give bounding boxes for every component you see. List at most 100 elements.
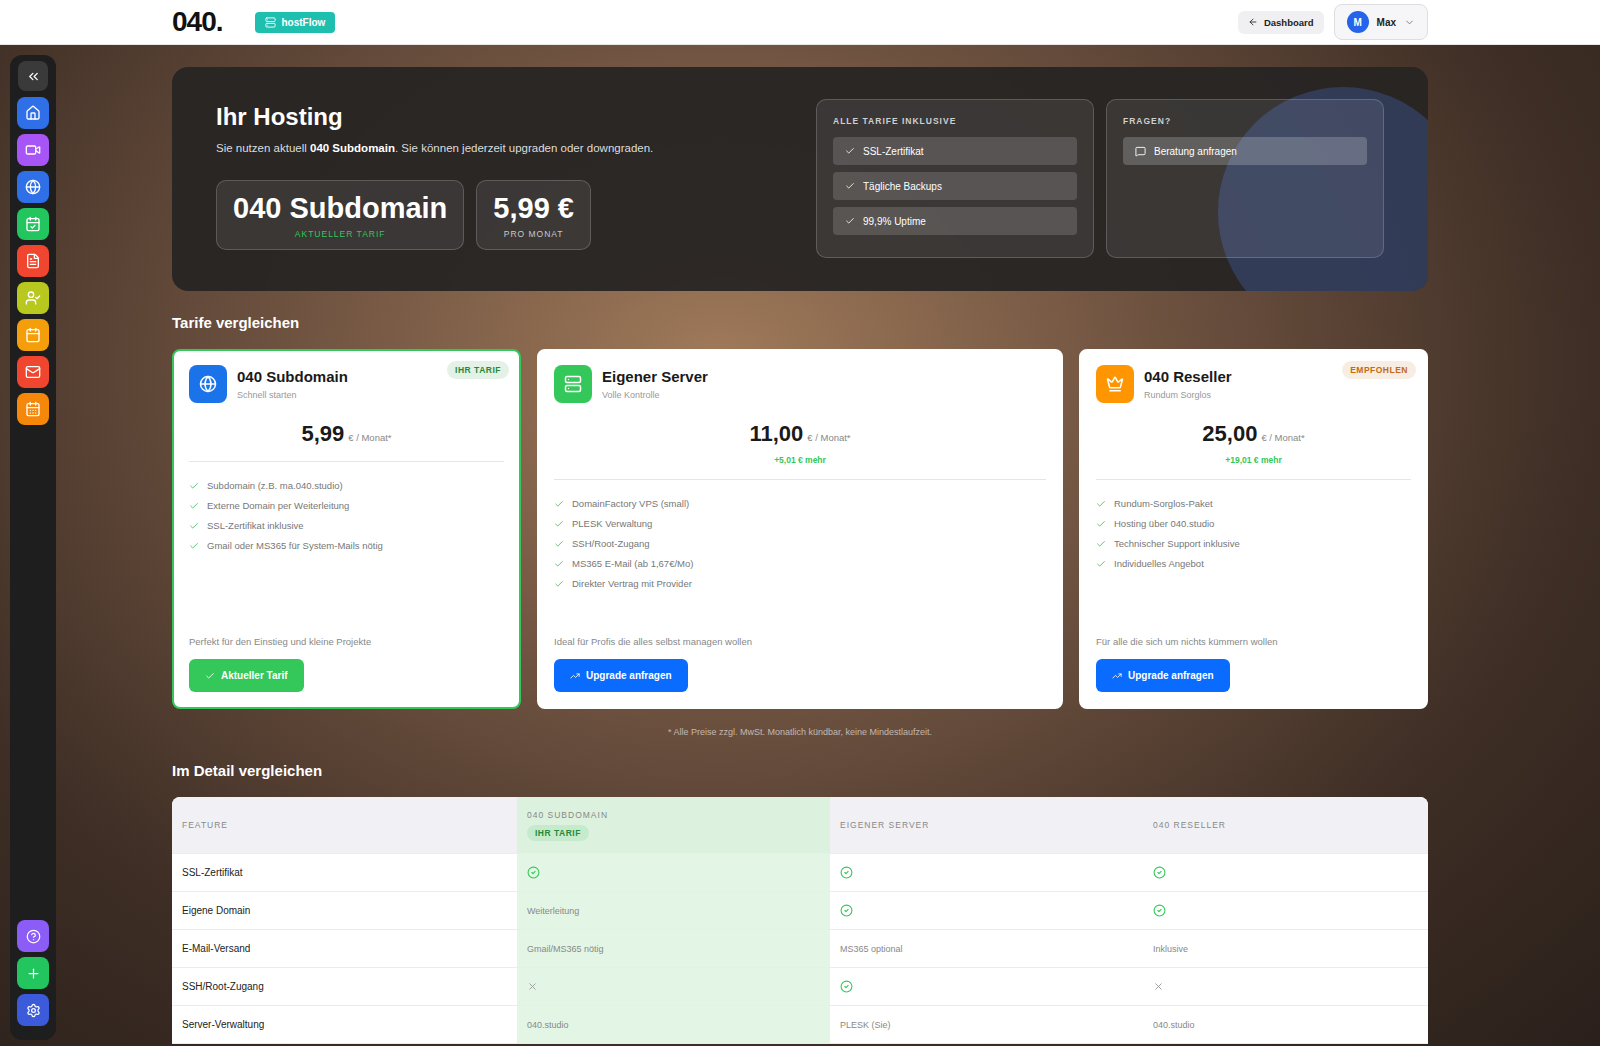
feature-list: Subdomain (z.B. ma.040.studio)Externe Do… bbox=[189, 480, 504, 551]
sidebar-item[interactable] bbox=[17, 356, 49, 388]
user-name: Max bbox=[1377, 17, 1396, 28]
included-item: 99,9% Uptime bbox=[833, 207, 1077, 235]
arrow-left-icon bbox=[1248, 17, 1258, 27]
feature-item: Individuelles Angebot bbox=[1096, 558, 1411, 569]
dashboard-button[interactable]: Dashboard bbox=[1238, 11, 1324, 34]
app-name: hostFlow bbox=[282, 17, 326, 28]
sidebar-item[interactable] bbox=[17, 208, 49, 240]
plan-button[interactable]: Upgrade anfragen bbox=[1096, 659, 1230, 692]
table-row: SSH/Root-Zugang bbox=[172, 968, 1428, 1006]
check-icon bbox=[189, 481, 199, 491]
value-cell bbox=[1143, 854, 1428, 891]
panel-title: ALLE TARIFE INKLUSIVE bbox=[833, 116, 1077, 126]
price-difference: +19,01 € mehr bbox=[1225, 455, 1281, 465]
plan-header: Eigener ServerVolle Kontrolle bbox=[554, 365, 1046, 403]
value-cell bbox=[1143, 892, 1428, 929]
plan-icon-box bbox=[1096, 365, 1134, 403]
stat-value: 5,99 € bbox=[493, 192, 574, 225]
sidebar-item[interactable] bbox=[17, 319, 49, 351]
value-cell: Gmail/MS365 nötig bbox=[517, 930, 830, 967]
hosting-hero: Ihr HostingSie nutzen aktuell 040 Subdom… bbox=[172, 67, 1428, 291]
user-menu[interactable]: M Max bbox=[1334, 4, 1428, 40]
plan-card: EMPFOHLEN040 ResellerRundum Sorglos25,00… bbox=[1079, 349, 1428, 709]
gear-icon bbox=[26, 1003, 41, 1018]
hero-panels: ALLE TARIFE INKLUSIVESSL-ZertifikatTägli… bbox=[816, 99, 1384, 258]
price-line: 11,00€ / Monat* bbox=[749, 421, 850, 447]
sidebar-item[interactable] bbox=[17, 994, 49, 1026]
feature-item: Subdomain (z.B. ma.040.studio) bbox=[189, 480, 504, 491]
logo[interactable]: 040. bbox=[172, 6, 223, 38]
feature-list: DomainFactory VPS (small)PLESK Verwaltun… bbox=[554, 498, 1046, 589]
value-cell bbox=[1143, 968, 1428, 1005]
check-icon bbox=[845, 216, 855, 226]
check-icon bbox=[554, 559, 564, 569]
sidebar-bottom bbox=[17, 920, 49, 1026]
comparison-table: FEATURE040 SUBDOMAINIHR TARIFEIGENER SER… bbox=[172, 797, 1428, 1044]
column-label: 040 SUBDOMAIN bbox=[527, 810, 608, 820]
calendar-check-icon bbox=[25, 216, 41, 232]
avatar: M bbox=[1347, 11, 1369, 33]
value-cell: Inklusive bbox=[1143, 930, 1428, 967]
value-cell: 040.studio bbox=[1143, 1006, 1428, 1043]
check-circle-icon bbox=[1153, 904, 1166, 917]
sidebar-item[interactable] bbox=[17, 134, 49, 166]
collapse-button[interactable] bbox=[18, 61, 48, 91]
price-block: 11,00€ / Monat*+5,01 € mehr bbox=[554, 421, 1046, 480]
feature-item: Technischer Support inklusive bbox=[1096, 538, 1411, 549]
plan-button[interactable]: Upgrade anfragen bbox=[554, 659, 688, 692]
feature-item: Direkter Vertrag mit Provider bbox=[554, 578, 1046, 589]
value-cell: Weiterleitung bbox=[517, 892, 830, 929]
stat-label: PRO MONAT bbox=[504, 229, 564, 239]
check-circle-icon bbox=[840, 866, 853, 879]
check-icon bbox=[554, 539, 564, 549]
plus-icon bbox=[26, 966, 41, 981]
sidebar-item[interactable] bbox=[17, 171, 49, 203]
sidebar-item[interactable] bbox=[17, 97, 49, 129]
column-header: 040 RESELLER bbox=[1143, 797, 1428, 853]
sidebar-item[interactable] bbox=[17, 245, 49, 277]
top-bar-inner: 040. hostFlow Dashboard M Max bbox=[172, 0, 1428, 44]
check-circle-icon bbox=[840, 980, 853, 993]
sidebar-item[interactable] bbox=[17, 920, 49, 952]
plan-tagline: Schnell starten bbox=[237, 390, 348, 400]
value-cell: PLESK (Sie) bbox=[830, 1006, 1143, 1043]
check-icon bbox=[554, 579, 564, 589]
questions-panel: FRAGEN?Beratung anfragen bbox=[1106, 99, 1384, 258]
server-icon bbox=[265, 17, 276, 28]
price-unit: € / Monat* bbox=[1261, 432, 1304, 443]
message-icon bbox=[1135, 146, 1146, 157]
price-block: 5,99€ / Monat* bbox=[189, 421, 504, 462]
table-row: E-Mail-VersandGmail/MS365 nötigMS365 opt… bbox=[172, 930, 1428, 968]
check-icon bbox=[1096, 559, 1106, 569]
sidebar-item[interactable] bbox=[17, 393, 49, 425]
price-box: 5,99 € PRO MONAT bbox=[476, 180, 591, 250]
mail-icon bbox=[25, 364, 41, 380]
sidebar-item[interactable] bbox=[17, 957, 49, 989]
feature-item: Rundum-Sorglos-Paket bbox=[1096, 498, 1411, 509]
check-icon bbox=[845, 146, 855, 156]
user-check-icon bbox=[25, 290, 41, 306]
plan-icon-box bbox=[189, 365, 227, 403]
plan-note: Für alle die sich um nichts kümmern woll… bbox=[1096, 636, 1411, 647]
feature-item: DomainFactory VPS (small) bbox=[554, 498, 1046, 509]
feature-list: Rundum-Sorglos-PaketHosting über 040.stu… bbox=[1096, 498, 1411, 569]
value-cell bbox=[830, 854, 1143, 891]
check-icon bbox=[554, 519, 564, 529]
price-line: 5,99€ / Monat* bbox=[301, 421, 391, 447]
price-footnote: * Alle Preise zzgl. MwSt. Monatlich künd… bbox=[172, 725, 1428, 739]
app-badge[interactable]: hostFlow bbox=[255, 12, 336, 33]
section-title: Im Detail vergleichen bbox=[172, 761, 1428, 781]
included-item: Tägliche Backups bbox=[833, 172, 1077, 200]
sidebar-item[interactable] bbox=[17, 282, 49, 314]
check-icon bbox=[1096, 539, 1106, 549]
feature-cell: E-Mail-Versand bbox=[172, 930, 517, 967]
plan-button[interactable]: Aktueller Tarif bbox=[189, 659, 304, 692]
consultation-button[interactable]: Beratung anfragen bbox=[1123, 137, 1367, 165]
feature-item: Gmail oder MS365 für System-Mails nötig bbox=[189, 540, 504, 551]
hero-info: Ihr HostingSie nutzen aktuell 040 Subdom… bbox=[216, 99, 653, 250]
feature-item: SSL-Zertifikat inklusive bbox=[189, 520, 504, 531]
column-badge: IHR TARIF bbox=[527, 825, 589, 841]
plan-name: Eigener Server bbox=[602, 368, 708, 385]
stat-row: 040 SubdomainAKTUELLER TARIF5,99 €PRO MO… bbox=[216, 180, 653, 250]
plan-heading: 040 ResellerRundum Sorglos bbox=[1144, 368, 1232, 400]
